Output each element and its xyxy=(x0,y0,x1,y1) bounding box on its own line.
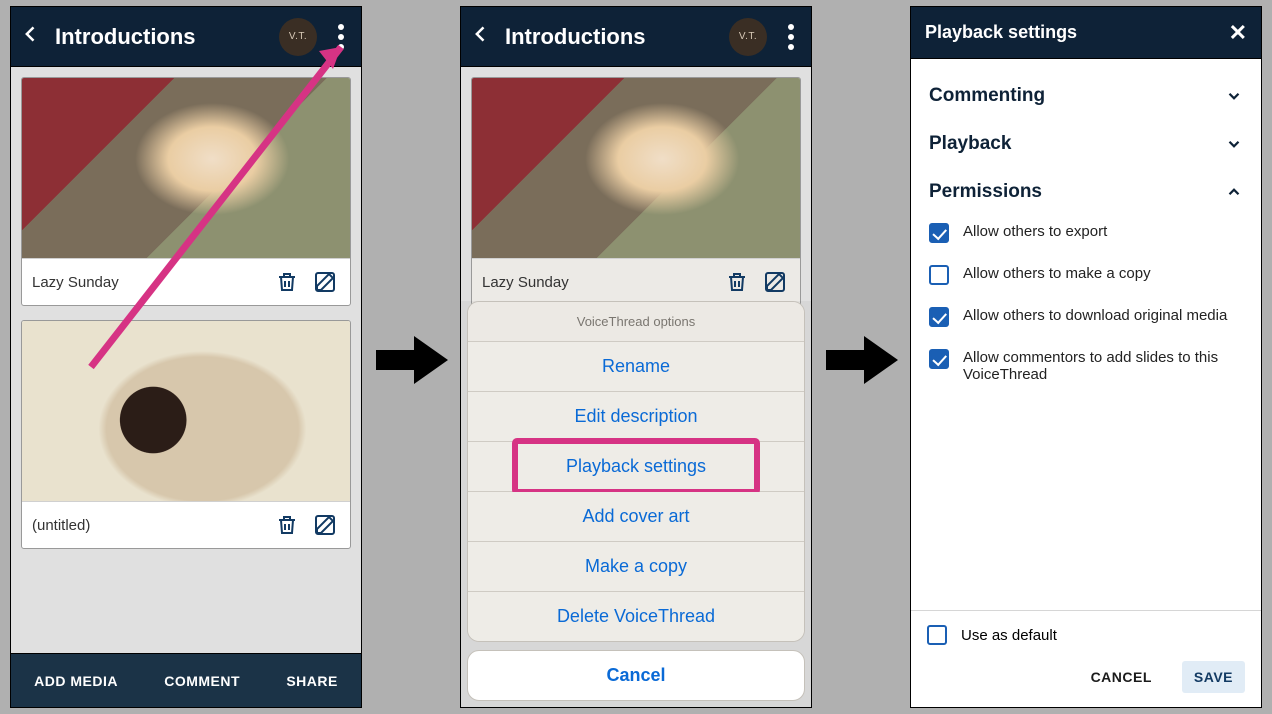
section-label: Commenting xyxy=(929,85,1045,107)
close-icon[interactable]: ✕ xyxy=(1229,20,1247,46)
checkbox-allow-download[interactable] xyxy=(929,307,949,327)
permissions-list: Allow others to export Allow others to m… xyxy=(929,217,1243,383)
cancel-button[interactable]: CANCEL xyxy=(1079,661,1164,693)
edit-icon[interactable] xyxy=(760,267,790,297)
action-sheet-cancel[interactable]: Cancel xyxy=(467,650,805,701)
perm-row-download: Allow others to download original media xyxy=(929,307,1243,327)
media-thumbnail[interactable] xyxy=(22,78,350,258)
option-make-a-copy[interactable]: Make a copy xyxy=(468,542,804,592)
app-bar: Introductions V.T. xyxy=(461,7,811,67)
trash-icon[interactable] xyxy=(272,267,302,297)
media-thumbnail[interactable] xyxy=(472,78,800,258)
comment-button[interactable]: COMMENT xyxy=(164,673,240,689)
media-caption: Lazy Sunday xyxy=(482,274,714,291)
content-area: Lazy Sunday (untitled) xyxy=(11,67,361,653)
action-sheet-container: VoiceThread options Rename Edit descript… xyxy=(461,301,811,707)
page-title: Introductions xyxy=(505,24,715,50)
screen-playback-settings: Playback settings ✕ Commenting Playback … xyxy=(910,6,1262,708)
flow-arrow-2 xyxy=(826,330,898,390)
trash-icon[interactable] xyxy=(272,510,302,540)
avatar[interactable]: V.T. xyxy=(729,18,767,56)
checkbox-use-default[interactable] xyxy=(927,625,947,645)
share-button[interactable]: SHARE xyxy=(286,673,338,689)
caption-row: (untitled) xyxy=(22,501,350,548)
flow-arrow-1 xyxy=(376,330,448,390)
action-sheet: VoiceThread options Rename Edit descript… xyxy=(467,301,805,642)
perm-row-copy: Allow others to make a copy xyxy=(929,265,1243,285)
screen-options-sheet: Introductions V.T. Lazy Sunday VoiceThre… xyxy=(460,6,812,708)
perm-label: Allow commentors to add slides to this V… xyxy=(963,349,1243,383)
section-label: Playback xyxy=(929,133,1011,155)
perm-row-export: Allow others to export xyxy=(929,223,1243,243)
section-commenting[interactable]: Commenting xyxy=(929,73,1243,119)
use-default-row: Use as default xyxy=(927,625,1245,645)
settings-header: Playback settings ✕ xyxy=(911,7,1261,59)
trash-icon[interactable] xyxy=(722,267,752,297)
caption-row: Lazy Sunday xyxy=(472,258,800,305)
settings-footer: Use as default CANCEL SAVE xyxy=(911,610,1261,707)
section-label: Permissions xyxy=(929,181,1042,203)
page-title: Introductions xyxy=(55,24,265,50)
checkbox-allow-slides[interactable] xyxy=(929,349,949,369)
action-sheet-title: VoiceThread options xyxy=(468,302,804,342)
option-add-cover-art[interactable]: Add cover art xyxy=(468,492,804,542)
media-thumbnail[interactable] xyxy=(22,321,350,501)
more-options-icon[interactable] xyxy=(781,24,801,50)
settings-body: Commenting Playback Permissions Allow ot… xyxy=(911,59,1261,610)
media-caption: (untitled) xyxy=(32,517,264,534)
option-edit-description[interactable]: Edit description xyxy=(468,392,804,442)
caption-row: Lazy Sunday xyxy=(22,258,350,305)
option-delete-voicethread[interactable]: Delete VoiceThread xyxy=(468,592,804,641)
media-caption: Lazy Sunday xyxy=(32,274,264,291)
section-permissions[interactable]: Permissions xyxy=(929,169,1243,215)
chevron-down-icon xyxy=(1225,135,1243,153)
option-rename[interactable]: Rename xyxy=(468,342,804,392)
add-media-button[interactable]: ADD MEDIA xyxy=(34,673,118,689)
option-playback-settings[interactable]: Playback settings xyxy=(468,442,804,492)
use-default-label: Use as default xyxy=(961,627,1057,644)
perm-label: Allow others to download original media xyxy=(963,307,1227,324)
chevron-down-icon xyxy=(1225,87,1243,105)
edit-icon[interactable] xyxy=(310,267,340,297)
media-card: (untitled) xyxy=(21,320,351,549)
back-icon[interactable] xyxy=(21,24,41,49)
media-card: Lazy Sunday xyxy=(471,77,801,306)
edit-icon[interactable] xyxy=(310,510,340,540)
media-card: Lazy Sunday xyxy=(21,77,351,306)
checkbox-allow-copy[interactable] xyxy=(929,265,949,285)
chevron-up-icon xyxy=(1225,183,1243,201)
perm-label: Allow others to make a copy xyxy=(963,265,1151,282)
screen-introductions-list: Introductions V.T. Lazy Sunday (untitled… xyxy=(10,6,362,708)
footer-buttons: CANCEL SAVE xyxy=(927,661,1245,693)
checkbox-allow-export[interactable] xyxy=(929,223,949,243)
more-options-icon[interactable] xyxy=(331,24,351,50)
bottom-bar: ADD MEDIA COMMENT SHARE xyxy=(11,653,361,707)
perm-row-slides: Allow commentors to add slides to this V… xyxy=(929,349,1243,383)
perm-label: Allow others to export xyxy=(963,223,1107,240)
save-button[interactable]: SAVE xyxy=(1182,661,1245,693)
avatar[interactable]: V.T. xyxy=(279,18,317,56)
app-bar: Introductions V.T. xyxy=(11,7,361,67)
section-playback[interactable]: Playback xyxy=(929,121,1243,167)
back-icon[interactable] xyxy=(471,24,491,49)
settings-title: Playback settings xyxy=(925,22,1077,43)
